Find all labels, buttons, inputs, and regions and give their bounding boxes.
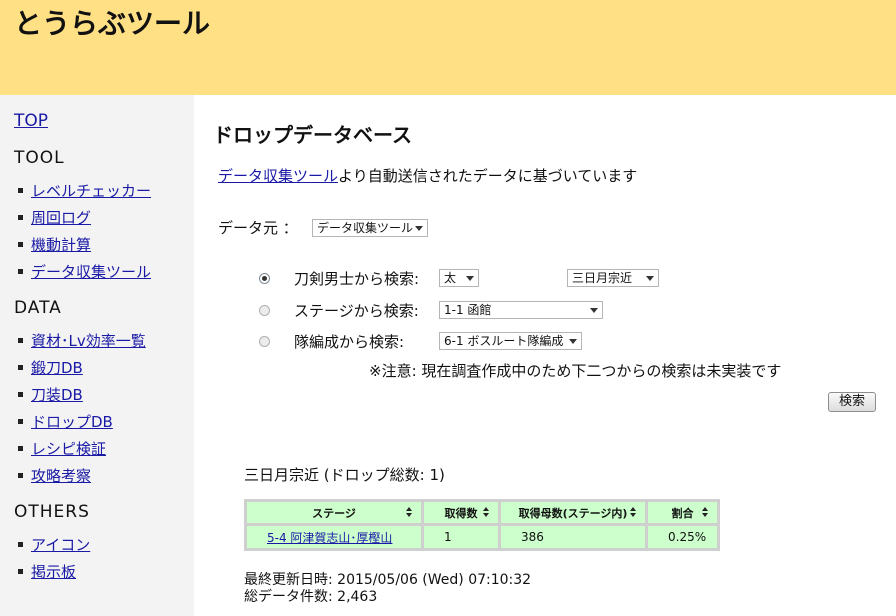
sort-icon [630, 507, 637, 518]
sidebar-top-link[interactable]: TOP [14, 111, 48, 131]
sidebar-section-title-others: OTHERS [14, 502, 90, 522]
bullet-icon [18, 542, 23, 547]
bullet-icon [18, 338, 23, 343]
sidebar-link-equip-db[interactable]: 刀装DB [31, 384, 83, 405]
sidebar: TOP TOOL レベルチェッカー 周回ログ 機動計算 データ収集ツール DAT… [0, 95, 194, 616]
sidebar-link-strategy[interactable]: 攻略考察 [31, 465, 91, 486]
footer-info: 最終更新日時: 2015/05/06 (Wed) 07:10:32 総データ件数… [244, 572, 531, 606]
column-header-total[interactable]: 取得母数(ステージ内) [501, 502, 645, 523]
column-header-label: 取得母数(ステージ内) [518, 506, 628, 520]
column-header-stage[interactable]: ステージ [247, 502, 421, 523]
dropdown-arrow-icon [569, 339, 577, 344]
sidebar-link-drop-db[interactable]: ドロップDB [31, 411, 113, 432]
notice-text: ※注意: 現在調査作成中のため下二つからの検索は未実装です [369, 362, 782, 380]
radio-search-by-sword[interactable] [259, 273, 270, 284]
team-search-label: 隊編成から検索: [294, 333, 405, 351]
intro-description: より自動送信されたデータに基づいています [338, 167, 638, 185]
bullet-icon [18, 242, 23, 247]
team-select-value: 6-1 ボスルート隊編成 [444, 334, 564, 348]
cell-count: 1 [424, 526, 498, 548]
sword-name-value: 三日月宗近 [572, 271, 633, 285]
sidebar-link-icons[interactable]: アイコン [31, 534, 90, 555]
dropdown-arrow-icon [646, 276, 654, 281]
column-header-count[interactable]: 取得数 [424, 502, 498, 523]
bullet-icon [18, 392, 23, 397]
column-header-rate[interactable]: 割合 [648, 502, 717, 523]
cell-stage: 5-4 阿津賀志山･厚樫山 [247, 526, 421, 548]
stage-select-value: 1-1 函館 [444, 303, 492, 317]
stage-search-label: ステージから検索: [294, 302, 419, 320]
source-select[interactable]: データ収集ツール [312, 219, 428, 237]
sidebar-item: 機動計算 [18, 231, 151, 258]
bullet-icon [18, 569, 23, 574]
table-header-row: ステージ 取得数 取得母数(ステージ内) 割合 [247, 502, 717, 523]
column-header-label: 割合 [671, 506, 694, 520]
cell-rate: 0.25% [648, 526, 717, 548]
sidebar-section-title-data: DATA [14, 298, 62, 318]
dropdown-arrow-icon [590, 308, 598, 313]
sort-icon [406, 507, 413, 518]
site-title: とうらぶツール [14, 7, 211, 40]
column-header-label: 取得数 [444, 506, 478, 520]
sidebar-item: レシピ検証 [18, 435, 146, 462]
site-header: とうらぶツール [0, 0, 896, 95]
result-table: ステージ 取得数 取得母数(ステージ内) 割合 5-4 阿津賀志山･厚樫山 1 … [244, 499, 720, 551]
sidebar-others-list: アイコン 掲示板 [18, 531, 90, 585]
radio-search-by-team[interactable] [259, 336, 270, 347]
sidebar-link-forge-db[interactable]: 鍛刀DB [31, 357, 83, 378]
total-records: 総データ件数: 2,463 [244, 589, 378, 605]
sidebar-item: 周回ログ [18, 204, 151, 231]
source-select-value: データ収集ツール [317, 221, 414, 235]
sidebar-link-resource-efficiency[interactable]: 資材･Lv効率一覧 [31, 330, 146, 351]
sidebar-item: 掲示板 [18, 558, 90, 585]
data-tool-link[interactable]: データ収集ツール [218, 167, 338, 185]
sword-type-value: 太 [444, 271, 457, 285]
sword-search-label: 刀剣男士から検索: [294, 270, 420, 288]
sidebar-item: 刀装DB [18, 381, 146, 408]
source-label: データ元 ： [218, 219, 298, 237]
sword-type-select[interactable]: 太 [439, 269, 479, 287]
cell-total: 386 [501, 526, 645, 548]
sidebar-section-title-tool: TOOL [14, 148, 65, 168]
table-row: 5-4 阿津賀志山･厚樫山 1 386 0.25% [247, 526, 717, 548]
sidebar-link-mobility-calc[interactable]: 機動計算 [31, 234, 91, 255]
bullet-icon [18, 419, 23, 424]
sidebar-link-level-checker[interactable]: レベルチェッカー [31, 180, 151, 201]
dropdown-arrow-icon [466, 276, 474, 281]
last-updated: 最終更新日時: 2015/05/06 (Wed) 07:10:32 [244, 572, 532, 588]
intro-text: データ収集ツールより自動送信されたデータに基づいています [218, 165, 637, 186]
sidebar-link-bbs[interactable]: 掲示板 [31, 561, 76, 582]
sort-icon [483, 507, 490, 518]
result-heading: 三日月宗近 (ドロップ総数: 1) [244, 466, 445, 484]
dropdown-arrow-icon [415, 226, 423, 231]
sidebar-link-recipe-check[interactable]: レシピ検証 [31, 438, 106, 459]
team-select[interactable]: 6-1 ボスルート隊編成 [439, 332, 582, 350]
bullet-icon [18, 365, 23, 370]
sidebar-data-list: 資材･Lv効率一覧 鍛刀DB 刀装DB ドロップDB レシピ検証 攻略考察 [18, 327, 146, 489]
bullet-icon [18, 215, 23, 220]
radio-search-by-stage[interactable] [259, 305, 270, 316]
sidebar-item: 資材･Lv効率一覧 [18, 327, 146, 354]
stage-select[interactable]: 1-1 函館 [439, 301, 603, 319]
page-title: ドロップデータベース [213, 123, 412, 147]
sidebar-item: データ収集ツール [18, 258, 151, 285]
sidebar-item: レベルチェッカー [18, 177, 151, 204]
sidebar-link-data-tool[interactable]: データ収集ツール [31, 261, 151, 282]
bullet-icon [18, 188, 23, 193]
search-button[interactable]: 検索 [828, 392, 876, 412]
sidebar-tool-list: レベルチェッカー 周回ログ 機動計算 データ収集ツール [18, 177, 151, 285]
bullet-icon [18, 446, 23, 451]
stage-link[interactable]: 5-4 阿津賀志山･厚樫山 [267, 531, 392, 545]
sort-icon [702, 507, 709, 518]
sidebar-link-loop-log[interactable]: 周回ログ [31, 207, 91, 228]
main-content: ドロップデータベース データ収集ツールより自動送信されたデータに基づいています … [194, 95, 896, 616]
sidebar-item: ドロップDB [18, 408, 146, 435]
bullet-icon [18, 473, 23, 478]
sidebar-item: 鍛刀DB [18, 354, 146, 381]
bullet-icon [18, 269, 23, 274]
sword-name-select[interactable]: 三日月宗近 [567, 269, 659, 287]
column-header-label: ステージ [312, 506, 356, 520]
sidebar-item: アイコン [18, 531, 90, 558]
sidebar-item: 攻略考察 [18, 462, 146, 489]
